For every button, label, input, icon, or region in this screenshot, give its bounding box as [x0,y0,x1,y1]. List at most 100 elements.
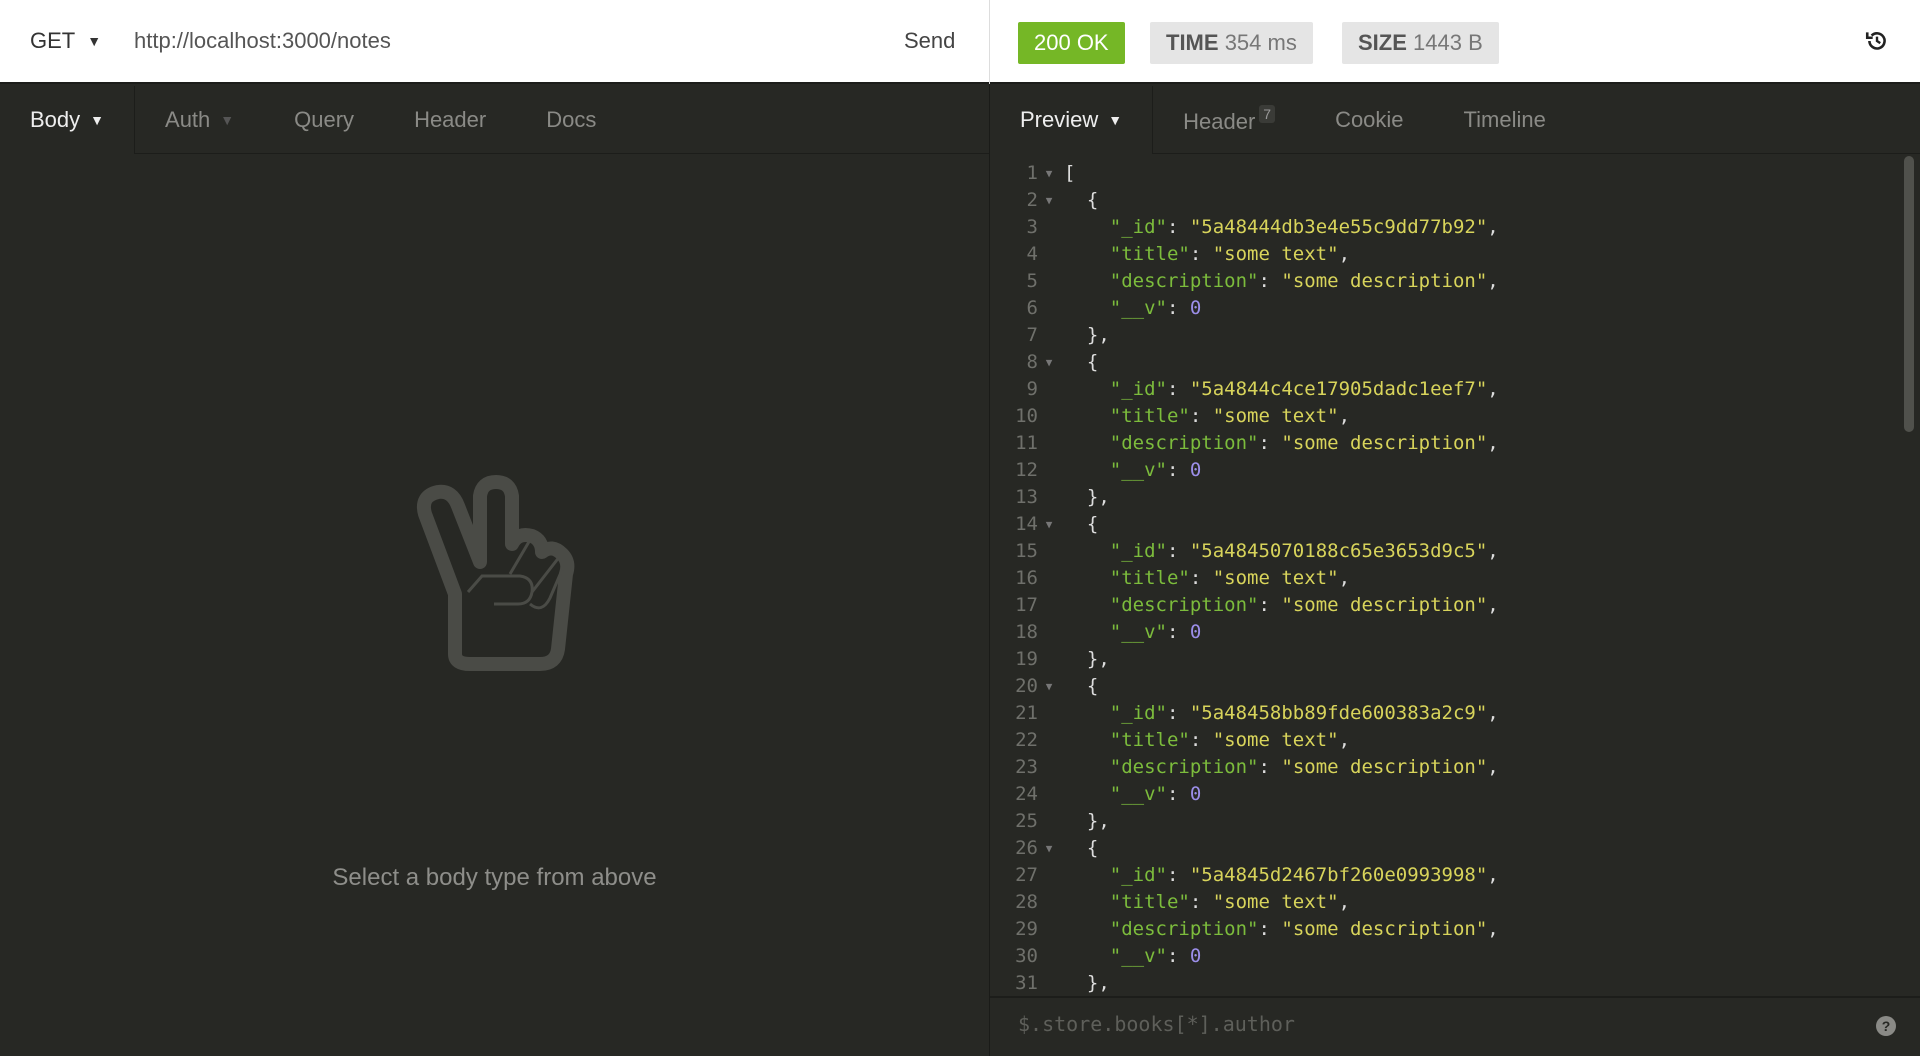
line-number: 4 [990,241,1038,268]
send-button[interactable]: Send [904,28,955,54]
punctuation: : [1258,918,1281,940]
punctuation: : [1190,729,1213,751]
code-text: }, [1060,970,1110,996]
punctuation: }, [1087,324,1110,346]
punctuation: : [1190,405,1213,427]
url-input[interactable] [134,28,854,54]
code-text: "description": "some description", [1060,592,1499,619]
fold-gutter [1038,700,1060,727]
help-icon[interactable]: ? [1876,1016,1896,1036]
code-line: 19 }, [990,646,1900,673]
json-key: "__v" [1110,297,1167,319]
code-text: { [1060,349,1098,376]
punctuation: : [1258,270,1281,292]
code-text: "_id": "5a4845070188c65e3653d9c5", [1060,538,1499,565]
code-line: 28 "title": "some text", [990,889,1900,916]
punctuation: : [1167,216,1190,238]
code-line: 5 "description": "some description", [990,268,1900,295]
code-line: 6 "__v": 0 [990,295,1900,322]
fold-gutter [1038,889,1060,916]
code-text: }, [1060,646,1110,673]
fold-toggle-icon[interactable]: ▼ [1038,349,1060,376]
json-key: "description" [1110,756,1259,778]
punctuation: : [1167,621,1190,643]
code-line: 24 "__v": 0 [990,781,1900,808]
code-line: 29 "description": "some description", [990,916,1900,943]
code-text: "title": "some text", [1060,403,1350,430]
line-number: 12 [990,457,1038,484]
punctuation: : [1190,243,1213,265]
tab-auth[interactable]: Auth▼ [135,107,264,133]
punctuation: , [1339,729,1350,751]
history-icon[interactable] [1864,28,1890,54]
tab-timeline[interactable]: Timeline [1434,107,1576,133]
line-number: 6 [990,295,1038,322]
code-line: 26▼ { [990,835,1900,862]
fold-gutter [1038,322,1060,349]
tab-header[interactable]: Header [384,107,516,133]
fold-gutter [1038,592,1060,619]
tab-response-header[interactable]: Header7 [1153,105,1305,135]
punctuation: { [1087,513,1098,535]
tab-cookie[interactable]: Cookie [1305,107,1433,133]
json-number: 0 [1190,621,1201,643]
json-string: "some description" [1281,756,1487,778]
line-number: 3 [990,214,1038,241]
line-number: 7 [990,322,1038,349]
code-line: 23 "description": "some description", [990,754,1900,781]
line-number: 26 [990,835,1038,862]
punctuation: , [1487,216,1498,238]
line-number: 17 [990,592,1038,619]
json-string: "some text" [1213,567,1339,589]
code-text: "title": "some text", [1060,241,1350,268]
fold-toggle-icon[interactable]: ▼ [1038,160,1060,187]
punctuation: : [1167,297,1190,319]
code-text: }, [1060,322,1110,349]
json-key: "title" [1110,891,1190,913]
tab-body[interactable]: Body▼ [0,86,134,154]
time-label: TIME [1166,30,1219,55]
fold-toggle-icon[interactable]: ▼ [1038,187,1060,214]
fold-gutter [1038,457,1060,484]
fold-gutter [1038,241,1060,268]
punctuation: , [1339,567,1350,589]
line-number: 5 [990,268,1038,295]
json-key: "description" [1110,918,1259,940]
time-badge: TIME 354 ms [1150,22,1313,64]
punctuation: : [1258,432,1281,454]
json-key: "title" [1110,243,1190,265]
json-string: "5a48458bb89fde600383a2c9" [1190,702,1487,724]
fold-toggle-icon[interactable]: ▼ [1038,511,1060,538]
punctuation: { [1087,675,1098,697]
code-line: 12 "__v": 0 [990,457,1900,484]
url-bar: GET▼ Send 200 OK TIME 354 ms SIZE 1443 B [0,0,1920,84]
json-string: "some text" [1213,405,1339,427]
line-number: 2 [990,187,1038,214]
chevron-down-icon: ▼ [1108,112,1122,128]
method-dropdown[interactable]: GET▼ [30,28,101,54]
tab-docs[interactable]: Docs [516,107,626,133]
punctuation: : [1258,594,1281,616]
line-number: 31 [990,970,1038,996]
code-text: { [1060,511,1098,538]
json-number: 0 [1190,459,1201,481]
size-badge: SIZE 1443 B [1342,22,1499,64]
json-string: "some text" [1213,729,1339,751]
scrollbar[interactable] [1902,154,1916,996]
code-line: 20▼ { [990,673,1900,700]
response-filter-input[interactable] [1018,1012,1818,1036]
punctuation: , [1487,540,1498,562]
punctuation: : [1167,702,1190,724]
tab-label: Body [30,107,80,132]
tab-query[interactable]: Query [264,107,384,133]
line-number: 28 [990,889,1038,916]
json-key: "_id" [1110,540,1167,562]
json-string: "some description" [1281,270,1487,292]
code-text: { [1060,673,1098,700]
scrollbar-thumb[interactable] [1904,156,1914,432]
fold-toggle-icon[interactable]: ▼ [1038,673,1060,700]
fold-toggle-icon[interactable]: ▼ [1038,835,1060,862]
tab-preview[interactable]: Preview▼ [990,86,1152,154]
punctuation: , [1487,864,1498,886]
code-line: 8▼ { [990,349,1900,376]
